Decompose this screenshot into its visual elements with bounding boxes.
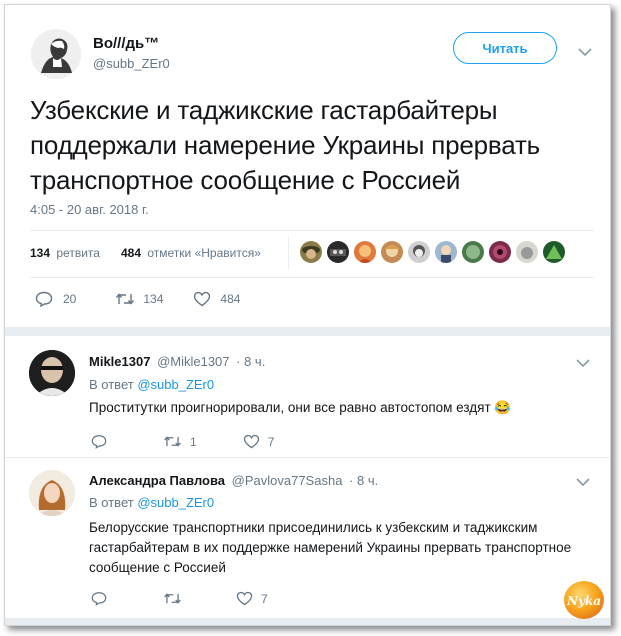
liker-avatar[interactable]: [300, 241, 322, 263]
like-count: 7: [261, 591, 268, 606]
reply-display-name[interactable]: Mikle1307: [89, 354, 150, 369]
reply-handle[interactable]: @Mikle1307: [157, 354, 229, 369]
retweet-stats[interactable]: 134 ретвита: [30, 246, 100, 260]
reply-to-handle[interactable]: @subb_ZEr0: [137, 377, 214, 392]
heart-icon: [194, 291, 211, 307]
main-avatar[interactable]: [31, 29, 81, 79]
like-button[interactable]: 7: [236, 591, 268, 606]
liker-avatar[interactable]: [327, 241, 349, 263]
reply-tweet[interactable]: Александра Павлова @Pavlova77Sasha · 8 ч…: [5, 458, 610, 618]
retweet-button[interactable]: [163, 592, 182, 605]
reply-count: 20: [63, 292, 77, 306]
reply-button[interactable]: [91, 434, 107, 449]
reply-time[interactable]: · 8 ч.: [349, 473, 378, 488]
main-display-name[interactable]: Во///дь™: [93, 35, 159, 52]
reply-to-line: В ответ @subb_ZEr0: [89, 377, 214, 392]
laughing-emoji-icon: 😂: [494, 400, 512, 415]
like-stats[interactable]: 484 отметки «Нравится»: [121, 246, 261, 260]
liker-avatar[interactable]: [462, 241, 484, 263]
retweets-count: 134: [30, 246, 51, 260]
like-count: 7: [267, 434, 275, 449]
liker-avatar[interactable]: [543, 241, 565, 263]
reply-text: Белорусские транспортники присоединились…: [89, 520, 572, 575]
reply-actions: 7: [91, 591, 268, 606]
watermark-logo: Nyka: [564, 581, 604, 619]
main-handle[interactable]: @subb_ZEr0: [93, 56, 170, 71]
like-button[interactable]: 7: [243, 434, 275, 449]
reply-header: Mikle1307 @Mikle1307 · 8 ч.: [89, 354, 265, 369]
retweet-icon: [116, 293, 135, 305]
divider: [30, 277, 594, 278]
retweet-icon: [164, 593, 181, 604]
main-actions: 20 134 484: [35, 291, 240, 307]
reply-handle[interactable]: @Pavlova77Sasha: [232, 473, 343, 488]
watermark-text: Nyka: [566, 594, 601, 608]
tweet-text: Узбекские и таджикские гастарбайтеры под…: [30, 95, 540, 195]
liker-avatar[interactable]: [489, 241, 511, 263]
chevron-down-icon[interactable]: [576, 358, 590, 368]
reply-to-line: В ответ @subb_ZEr0: [89, 495, 214, 510]
reply-text-line: Проститутки проигнорировали, они все рав…: [89, 398, 511, 418]
retweet-count: 1: [190, 434, 197, 449]
chevron-down-icon[interactable]: [576, 477, 590, 487]
reply-avatar[interactable]: [29, 350, 75, 396]
liker-avatar[interactable]: [435, 241, 457, 263]
liker-avatar[interactable]: [381, 241, 403, 263]
heart-icon: [243, 434, 259, 449]
reply-to-handle[interactable]: @subb_ZEr0: [137, 495, 214, 510]
liker-avatar[interactable]: [354, 241, 376, 263]
likes-count: 484: [121, 246, 142, 260]
reply-to-prefix: В ответ: [89, 495, 134, 510]
reply-header: Александра Павлова @Pavlova77Sasha · 8 ч…: [89, 473, 378, 488]
reply-avatar[interactable]: [29, 470, 75, 516]
reply-text: Проститутки проигнорировали, они все рав…: [89, 400, 491, 415]
retweet-count: 134: [143, 292, 164, 306]
like-button[interactable]: 484: [193, 291, 240, 307]
divider: [30, 230, 594, 231]
heart-icon: [236, 591, 253, 606]
tweet-card: Во///дь™ @subb_ZEr0 Читать Узбекские и т…: [4, 4, 611, 626]
retweet-icon: [164, 436, 181, 447]
retweet-button[interactable]: 134: [115, 292, 163, 306]
tweet-timestamp[interactable]: 4:05 - 20 авг. 2018 г.: [30, 202, 149, 217]
reply-button[interactable]: [91, 591, 107, 606]
follow-button[interactable]: Читать: [453, 32, 557, 64]
liker-avatar[interactable]: [408, 241, 430, 263]
reply-display-name[interactable]: Александра Павлова: [89, 473, 225, 488]
reply-icon: [35, 291, 53, 307]
reply-actions: 1 7: [91, 434, 274, 449]
stats-divider: [288, 237, 289, 269]
reply-time[interactable]: · 8 ч.: [236, 354, 265, 369]
reply-button[interactable]: 20: [35, 291, 76, 307]
retweet-button[interactable]: 1: [163, 435, 197, 449]
section-divider: [5, 327, 610, 336]
likes-label: отметки «Нравится»: [147, 246, 261, 260]
chevron-down-icon[interactable]: [578, 47, 592, 57]
reply-to-prefix: В ответ: [89, 377, 134, 392]
bottom-strip: [5, 618, 610, 625]
liker-avatar[interactable]: [516, 241, 538, 263]
like-count: 484: [220, 292, 241, 306]
retweets-label: ретвита: [56, 246, 100, 260]
reply-icon: [91, 592, 107, 606]
reply-tweet[interactable]: Mikle1307 @Mikle1307 · 8 ч. В ответ @sub…: [5, 336, 610, 460]
reply-icon: [91, 435, 107, 449]
